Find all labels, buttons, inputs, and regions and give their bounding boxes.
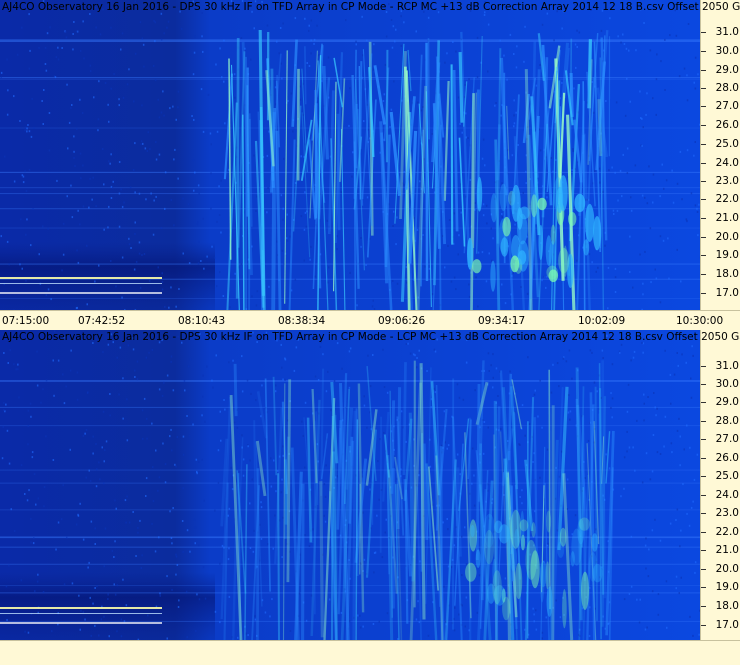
y-tick: 31.0 — [705, 26, 739, 38]
y-tick: 26.0 — [705, 452, 739, 464]
y-tick: 23.0 — [705, 175, 739, 187]
y-tick: 21.0 — [705, 544, 739, 556]
lcp-spectrogram[interactable] — [0, 330, 700, 640]
x-tick: 09:34:17 — [478, 315, 525, 327]
rcp-spectrogram[interactable] — [0, 0, 700, 310]
x-tick: 07:42:52 — [78, 315, 125, 327]
lcp-frequency-axis: 31.0 30.0 29.0 28.0 27.0 26.0 25.0 24.0 … — [700, 330, 740, 640]
y-tick: 25.0 — [705, 470, 739, 482]
y-tick: 28.0 — [705, 415, 739, 427]
y-tick: 27.0 — [705, 433, 739, 445]
y-tick: 24.0 — [705, 157, 739, 169]
rcp-panel: AJ4CO Observatory 16 Jan 2016 - DPS 30 k… — [0, 0, 740, 330]
y-tick: 17.0 — [705, 619, 739, 631]
y-tick: 26.0 — [705, 119, 739, 131]
y-tick: 18.0 — [705, 600, 739, 612]
rcp-title: AJ4CO Observatory 16 Jan 2016 - DPS 30 k… — [0, 0, 740, 14]
x-tick: 10:30:00 — [676, 315, 723, 327]
y-tick: 23.0 — [705, 507, 739, 519]
lcp-bottom-strip — [0, 640, 740, 665]
time-axis: 07:15:00 07:42:52 08:10:43 08:38:34 09:0… — [0, 310, 740, 331]
y-tick: 28.0 — [705, 82, 739, 94]
y-tick: 22.0 — [705, 526, 739, 538]
lcp-panel: AJ4CO Observatory 16 Jan 2016 - DPS 30 k… — [0, 330, 740, 664]
y-tick: 30.0 — [705, 378, 739, 390]
lcp-spectrogram-canvas — [0, 330, 700, 640]
y-tick: 20.0 — [705, 563, 739, 575]
rcp-frequency-axis: 31.0 30.0 29.0 28.0 27.0 26.0 25.0 24.0 … — [700, 0, 740, 310]
y-tick: 24.0 — [705, 489, 739, 501]
y-tick: 30.0 — [705, 45, 739, 57]
x-tick: 07:15:00 — [2, 315, 49, 327]
y-tick: 18.0 — [705, 268, 739, 280]
y-tick: 19.0 — [705, 249, 739, 261]
x-tick: 08:10:43 — [178, 315, 225, 327]
x-tick: 08:38:34 — [278, 315, 325, 327]
x-tick: 10:02:09 — [578, 315, 625, 327]
y-tick: 31.0 — [705, 360, 739, 372]
rcp-spectrogram-canvas — [0, 0, 700, 310]
y-tick: 29.0 — [705, 396, 739, 408]
y-tick: 29.0 — [705, 64, 739, 76]
y-tick: 21.0 — [705, 212, 739, 224]
y-tick: 17.0 — [705, 287, 739, 299]
y-tick: 20.0 — [705, 231, 739, 243]
x-tick: 09:06:26 — [378, 315, 425, 327]
y-tick: 19.0 — [705, 581, 739, 593]
y-tick: 22.0 — [705, 193, 739, 205]
lcp-title: AJ4CO Observatory 16 Jan 2016 - DPS 30 k… — [0, 330, 740, 344]
y-tick: 27.0 — [705, 100, 739, 112]
y-tick: 25.0 — [705, 138, 739, 150]
